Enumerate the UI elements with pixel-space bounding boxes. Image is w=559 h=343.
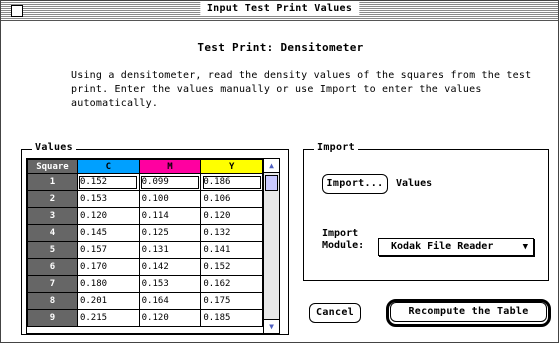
square-number: 5	[27, 241, 78, 259]
scroll-down-arrow-icon[interactable]: ▼	[264, 319, 279, 333]
value-cell-c[interactable]: 0.180	[76, 275, 140, 293]
value-cell-m[interactable]: 0.099	[138, 173, 202, 191]
value-cell-m[interactable]: 0.100	[138, 190, 202, 208]
value-cell-c[interactable]: 0.201	[76, 292, 140, 310]
value-cell-y[interactable]: 0.175	[200, 292, 263, 310]
table-row: 2 0.153 0.100 0.106	[27, 190, 263, 208]
value-cell-m[interactable]: 0.153	[138, 275, 202, 293]
square-number: 2	[27, 190, 78, 208]
import-group: Import Import... Values Import Module: K…	[303, 142, 549, 281]
square-number: 6	[27, 258, 78, 276]
window-title: Input Test Print Values	[199, 2, 360, 15]
value-cell-y[interactable]: 0.141	[200, 241, 263, 259]
table-row: 3 0.120 0.114 0.120	[27, 207, 263, 225]
instructions-text: Using a densitometer, read the density v…	[71, 70, 532, 109]
close-box-icon[interactable]	[11, 5, 23, 17]
value-cell-m[interactable]: 0.131	[138, 241, 202, 259]
square-number: 1	[27, 173, 78, 191]
value-cell-c[interactable]: 0.215	[76, 309, 140, 327]
cancel-button[interactable]: Cancel	[309, 303, 361, 323]
import-group-label: Import	[314, 142, 358, 153]
import-button[interactable]: Import...	[322, 174, 388, 194]
recompute-table-button[interactable]: Recompute the Table	[386, 299, 551, 327]
table-body: 1 0.152 0.099 0.186 2 0.153 0.100 0.106 3 0.120 0.…	[27, 173, 263, 327]
scroll-up-arrow-icon[interactable]: ▲	[264, 159, 279, 173]
square-number: 7	[27, 275, 78, 293]
dialog-window: Input Test Print Values Test Print: Dens…	[0, 0, 559, 343]
table-row: 5 0.157 0.131 0.141	[27, 241, 263, 259]
column-header-y: Y	[200, 159, 263, 174]
value-cell-c[interactable]: 0.157	[76, 241, 140, 259]
value-cell-y[interactable]: 0.152	[200, 258, 263, 276]
value-cell-y[interactable]: 0.120	[200, 207, 263, 225]
import-module-label-line1: Import	[322, 228, 359, 239]
title-bar[interactable]: Input Test Print Values	[1, 1, 558, 21]
square-number: 8	[27, 292, 78, 310]
table-row: 1 0.152 0.099 0.186	[27, 173, 263, 191]
import-module-select[interactable]: Kodak File Reader ▼	[378, 238, 534, 256]
table-row: 4 0.145 0.125 0.132	[27, 224, 263, 242]
square-number: 3	[27, 207, 78, 225]
dialog-heading: Test Print: Densitometer	[197, 41, 364, 54]
values-group: Values Square C M Y 1 0.152 0.099 0.186 2 0.153 0…	[21, 142, 289, 335]
value-cell-c[interactable]: 0.153	[76, 190, 140, 208]
value-cell-y[interactable]: 0.132	[200, 224, 263, 242]
table-row: 6 0.170 0.142 0.152	[27, 258, 263, 276]
value-cell-c[interactable]: 0.120	[76, 207, 140, 225]
value-cell-c[interactable]: 0.152	[76, 173, 140, 191]
recompute-table-button-label: Recompute the Table	[390, 302, 547, 322]
value-cell-y[interactable]: 0.162	[200, 275, 263, 293]
column-header-c: C	[76, 159, 140, 174]
value-cell-m[interactable]: 0.114	[138, 207, 202, 225]
square-number: 4	[27, 224, 78, 242]
column-header-m: M	[138, 159, 202, 174]
value-cell-y[interactable]: 0.186	[200, 173, 263, 191]
import-values-label: Values	[396, 178, 433, 189]
value-cell-m[interactable]: 0.164	[138, 292, 202, 310]
value-cell-y[interactable]: 0.185	[200, 309, 263, 327]
table-row: 7 0.180 0.153 0.162	[27, 275, 263, 293]
vertical-scrollbar[interactable]: ▲ ▼	[263, 159, 279, 333]
table-header-row: Square C M Y	[27, 159, 263, 174]
value-cell-c[interactable]: 0.170	[76, 258, 140, 276]
value-cell-c[interactable]: 0.145	[76, 224, 140, 242]
values-table: Square C M Y 1 0.152 0.099 0.186 2 0.153 0.100 0.1…	[27, 159, 263, 327]
import-module-label: Import Module:	[322, 228, 364, 252]
column-header-square: Square	[27, 159, 78, 174]
dropdown-arrow-icon: ▼	[522, 242, 528, 252]
value-cell-m[interactable]: 0.125	[138, 224, 202, 242]
values-grid: Square C M Y 1 0.152 0.099 0.186 2 0.153 0.100 0.1…	[26, 158, 280, 334]
values-group-label: Values	[32, 142, 76, 153]
table-row: 8 0.201 0.164 0.175	[27, 292, 263, 310]
import-module-selected-value: Kodak File Reader	[391, 241, 494, 252]
scroll-thumb[interactable]	[265, 175, 278, 191]
value-cell-y[interactable]: 0.106	[200, 190, 263, 208]
value-cell-m[interactable]: 0.120	[138, 309, 202, 327]
table-row: 9 0.215 0.120 0.185	[27, 309, 263, 327]
value-cell-m[interactable]: 0.142	[138, 258, 202, 276]
import-module-label-line2: Module:	[322, 240, 365, 251]
square-number: 9	[27, 309, 78, 327]
